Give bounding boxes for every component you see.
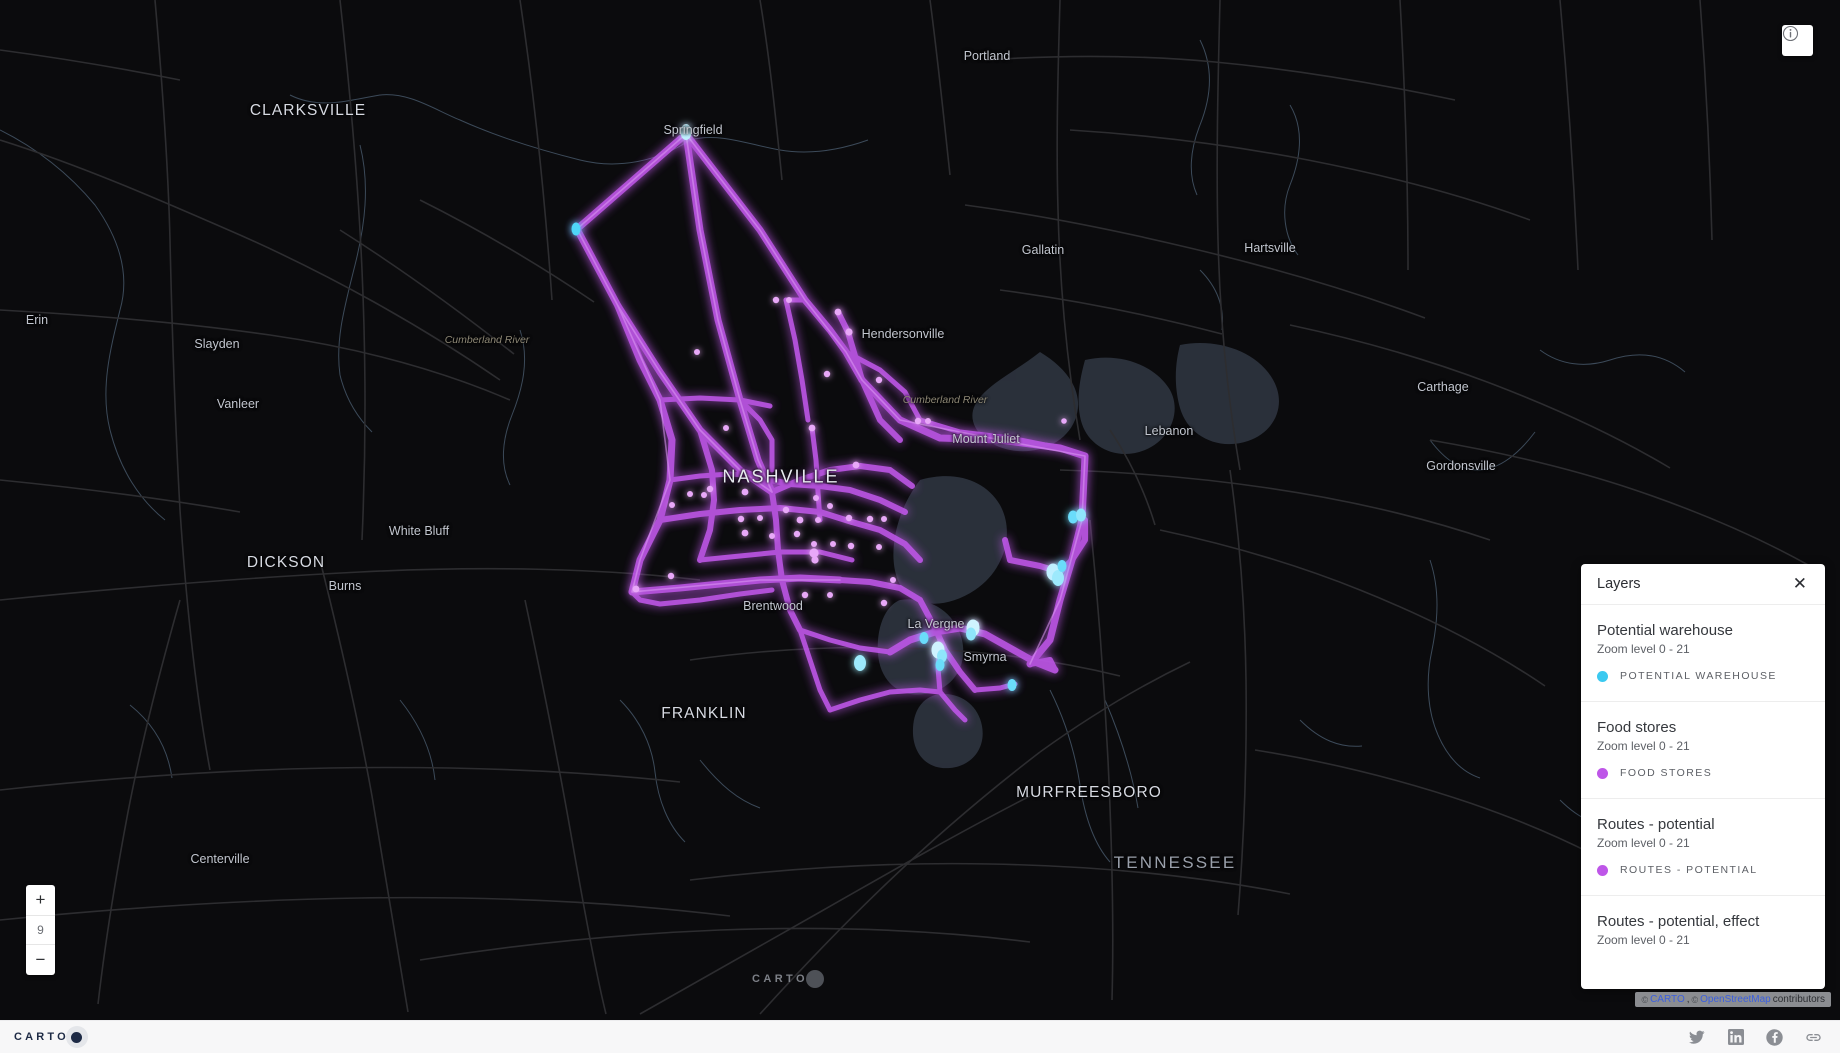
layer-name: Routes - potential [1597,816,1715,833]
layer-item[interactable]: Routes - potential Zoom level 0 - 21 ROUTE… [1581,799,1825,896]
layer-zoom-range: Zoom level 0 - 21 [1597,836,1690,850]
attribution-separator: , [1686,994,1690,1005]
carto-map-app: Portland CLARKSVILLE Springfield Gallatin Ha… [0,0,1840,1053]
copyright-icon-2: © [1691,994,1699,1005]
layer-item[interactable]: Routes - potential, effect Zoom level 0 -… [1581,896,1825,985]
copyright-icon: © [1641,994,1649,1005]
info-icon [1782,25,1799,42]
map-vector-layers [0,0,1840,1020]
layer-name: Routes - potential, effect [1597,913,1760,930]
layers-panel[interactable]: Layers ✕ Potential warehouse Zoom level 0… [1581,564,1825,989]
linkedin-icon[interactable] [1727,1029,1744,1046]
zoom-level-display: 9 [26,915,55,945]
map-canvas[interactable]: Portland CLARKSVILLE Springfield Gallatin Ha… [0,0,1840,1020]
legend-swatch-icon [1597,864,1608,876]
info-button[interactable] [1782,25,1813,56]
bottom-bar: CARTO [0,1020,1840,1053]
carto-logo-text: CARTO [14,1031,69,1043]
carto-logo-dot-icon [71,1031,83,1043]
layer-name: Food stores [1597,719,1677,736]
attribution-osm-link[interactable]: OpenStreetMap [1700,994,1771,1005]
legend-swatch-icon [1597,670,1608,682]
layer-item[interactable]: Potential warehouse Zoom level 0 - 21 POTE… [1581,605,1825,702]
legend-label: POTENTIAL WAREHOUSE [1620,670,1777,682]
twitter-icon[interactable] [1688,1029,1705,1046]
layer-zoom-range: Zoom level 0 - 21 [1597,739,1690,753]
social-links[interactable] [1688,1028,1826,1046]
zoom-out-button[interactable]: − [26,945,55,975]
legend-label: ROUTES - POTENTIAL [1620,864,1758,876]
zoom-control[interactable]: + 9 − [26,885,55,975]
layer-zoom-range: Zoom level 0 - 21 [1597,642,1690,656]
facebook-icon[interactable] [1766,1028,1783,1046]
layer-zoom-range: Zoom level 0 - 21 [1597,933,1690,947]
layer-legend: POTENTIAL WAREHOUSE [1597,670,1809,682]
attribution-carto-link[interactable]: CARTO [1650,994,1685,1005]
carto-logo-circle-icon [65,1026,88,1048]
zoom-in-button[interactable]: + [26,885,55,915]
map-attribution[interactable]: © CARTO , © OpenStreetMap contributors [1635,992,1831,1007]
legend-label: FOOD STORES [1620,767,1713,779]
link-icon[interactable] [1805,1029,1822,1046]
layers-panel-list[interactable]: Potential warehouse Zoom level 0 - 21 POTE… [1581,605,1825,989]
layer-item[interactable]: Food stores Zoom level 0 - 21 FOOD STORES [1581,702,1825,799]
layers-panel-header: Layers ✕ [1581,564,1825,605]
legend-swatch-icon [1597,767,1608,779]
attribution-suffix: contributors [1772,994,1825,1005]
layer-legend: ROUTES - POTENTIAL [1597,864,1809,876]
layer-legend: FOOD STORES [1597,767,1809,779]
close-icon[interactable]: ✕ [1793,575,1807,593]
carto-logo[interactable]: CARTO [14,1026,88,1048]
layers-panel-title: Layers [1597,576,1641,592]
layer-name: Potential warehouse [1597,622,1733,639]
